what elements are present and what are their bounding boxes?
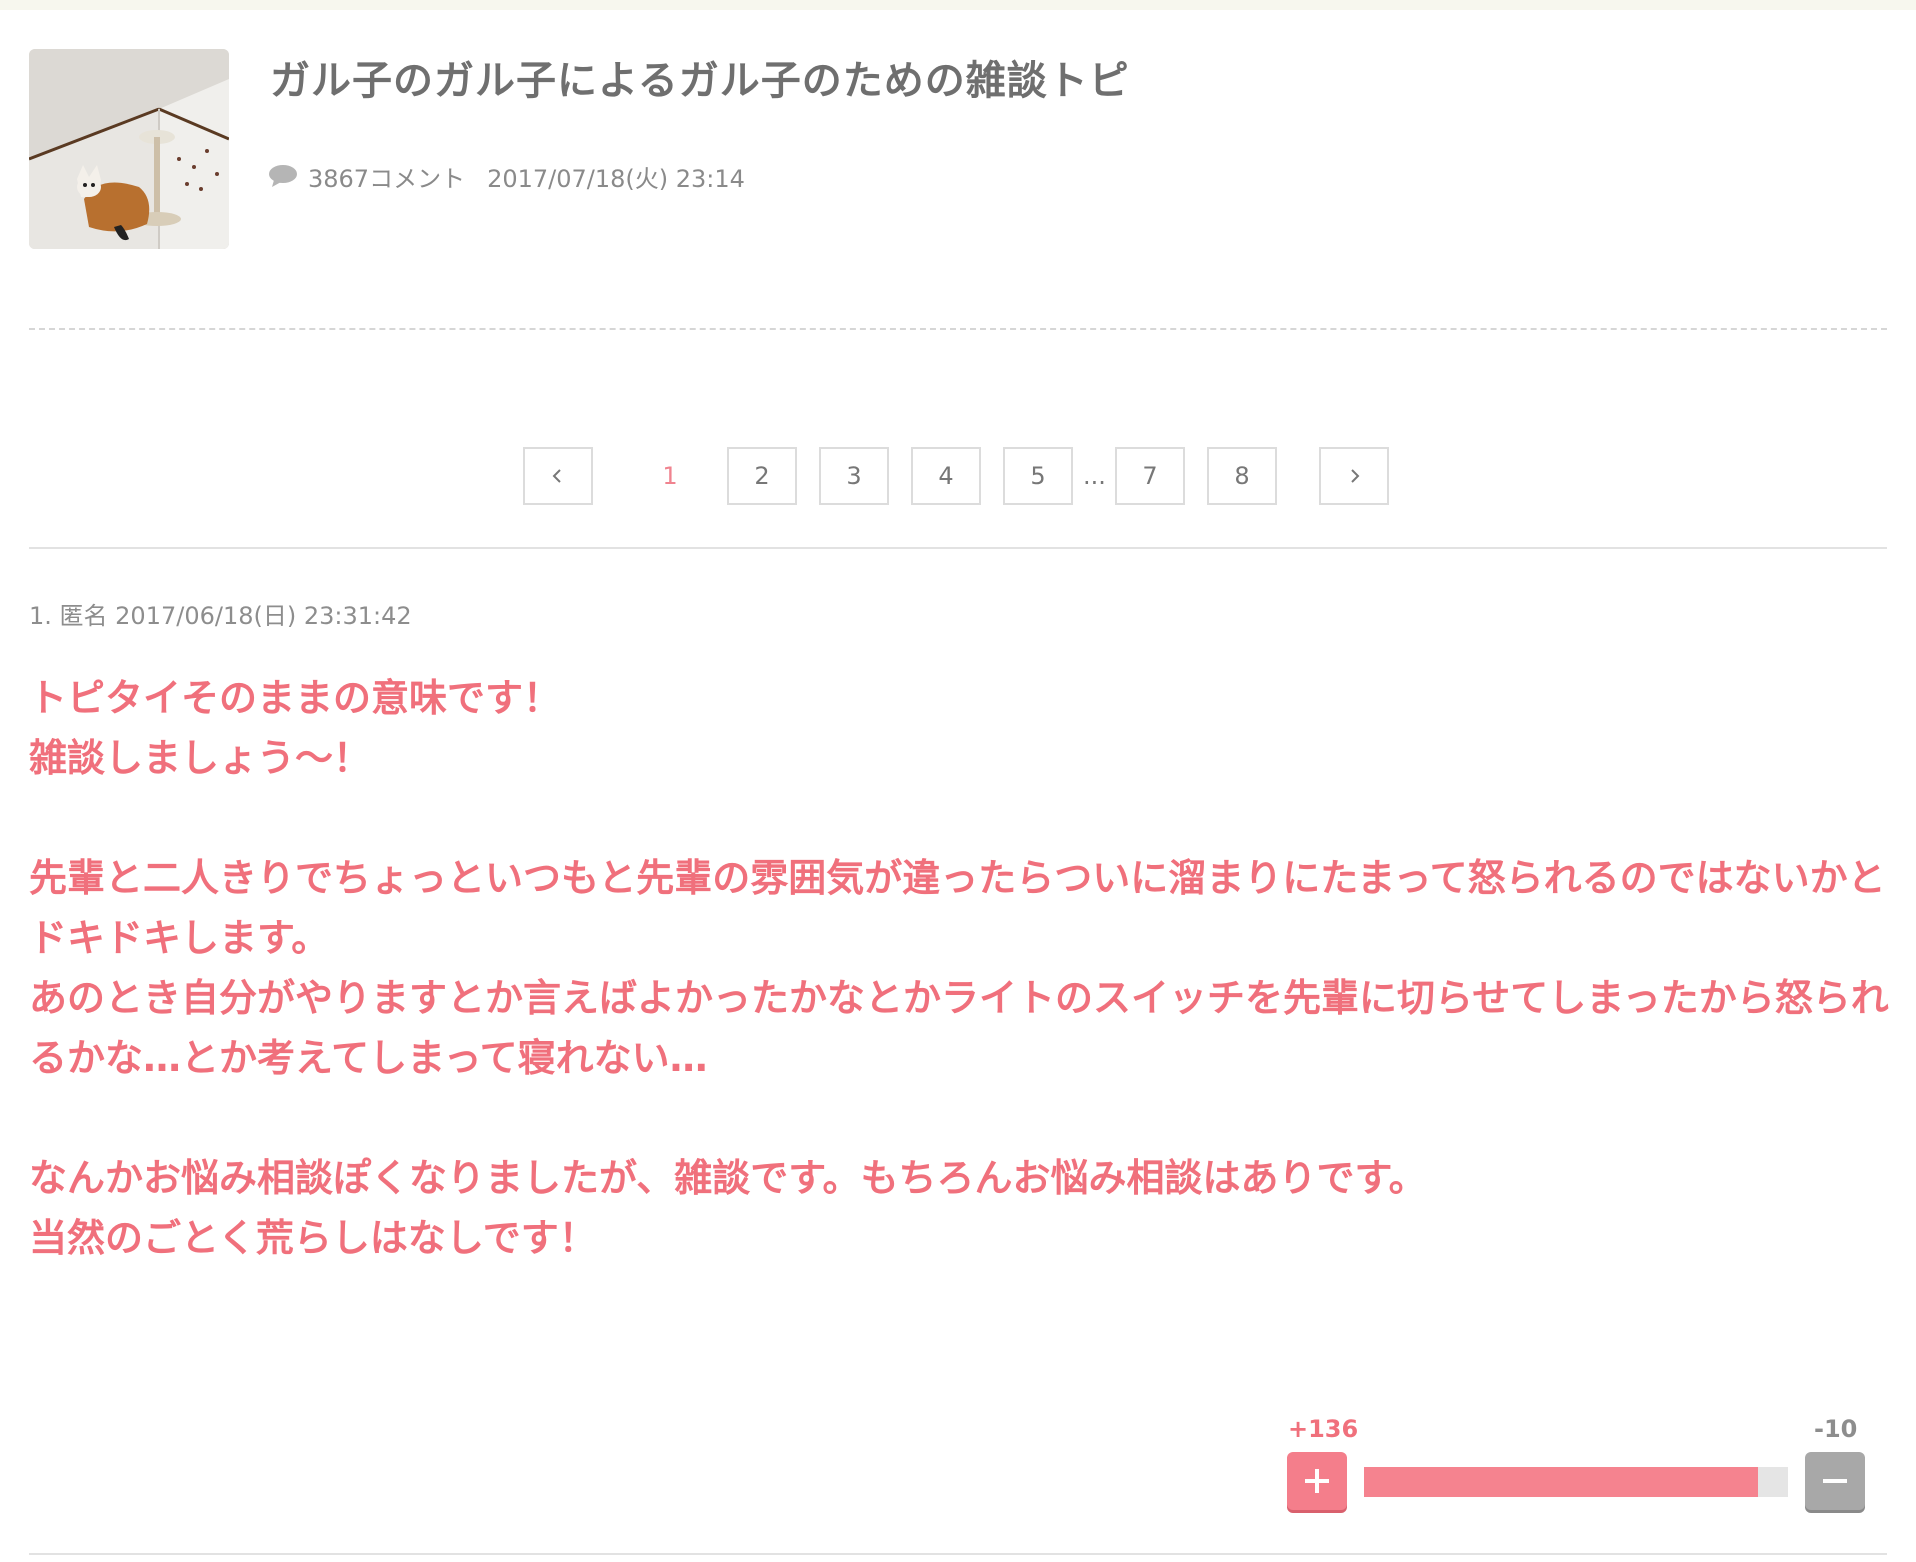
topic-date: 2017/07/18(火) 23:14	[487, 164, 745, 193]
page-link[interactable]: 2	[727, 447, 797, 505]
next-page-button[interactable]	[1319, 447, 1389, 505]
prev-page-button[interactable]	[523, 447, 593, 505]
cat-photo-thumbnail[interactable]	[29, 49, 229, 249]
chevron-right-icon	[1351, 469, 1360, 483]
plus-icon	[1305, 1469, 1329, 1493]
pagination-divider	[29, 547, 1887, 549]
comment-divider	[29, 1553, 1887, 1555]
comment-paragraph: トピタイそのままの意味です！ 雑談しましょう〜！	[29, 676, 562, 780]
plus-vote-count: +136	[1288, 1415, 1359, 1443]
header-divider	[29, 328, 1887, 330]
vote-ratio-fill	[1364, 1467, 1759, 1497]
comment-count: 3867コメント	[308, 164, 466, 193]
comment-paragraph: なんかお悩み相談ぽくなりましたが、雑談です。もちろんお悩み相談はありです。 当然…	[29, 1156, 1427, 1260]
chevron-left-icon	[552, 469, 561, 483]
comment-paragraph: 先輩と二人きりでちょっといつもと先輩の雰囲気が違ったらついに溜まりにたまって怒ら…	[29, 856, 1889, 1080]
minus-icon	[1823, 1479, 1847, 1483]
topic-meta: 3867コメント 2017/07/18(火) 23:14	[268, 158, 745, 194]
comment-bubble-icon	[269, 165, 297, 187]
pagination-ellipsis: ...	[1083, 462, 1106, 490]
minus-vote-count: -10	[1814, 1415, 1858, 1443]
plus-vote-button[interactable]	[1287, 1452, 1347, 1510]
top-strip	[0, 0, 1916, 10]
page-link[interactable]: 3	[819, 447, 889, 505]
comment-header: 1. 匿名 2017/06/18(日) 23:31:42	[29, 602, 412, 630]
page-link[interactable]: 4	[911, 447, 981, 505]
page-link[interactable]: 5	[1003, 447, 1073, 505]
vote-ratio-bar	[1364, 1467, 1788, 1497]
minus-vote-button[interactable]	[1805, 1452, 1865, 1510]
pagination: 1 2 3 4 5 ... 7 8	[0, 447, 1916, 507]
page-current: 1	[635, 447, 705, 505]
page-link[interactable]: 7	[1115, 447, 1185, 505]
comment-body: トピタイそのままの意味です！ 雑談しましょう〜！ 先輩と二人きりでちょっといつも…	[29, 668, 1889, 1268]
topic-title[interactable]: ガル子のガル子によるガル子のための雑談トピ	[270, 48, 1130, 106]
page-link[interactable]: 8	[1207, 447, 1277, 505]
